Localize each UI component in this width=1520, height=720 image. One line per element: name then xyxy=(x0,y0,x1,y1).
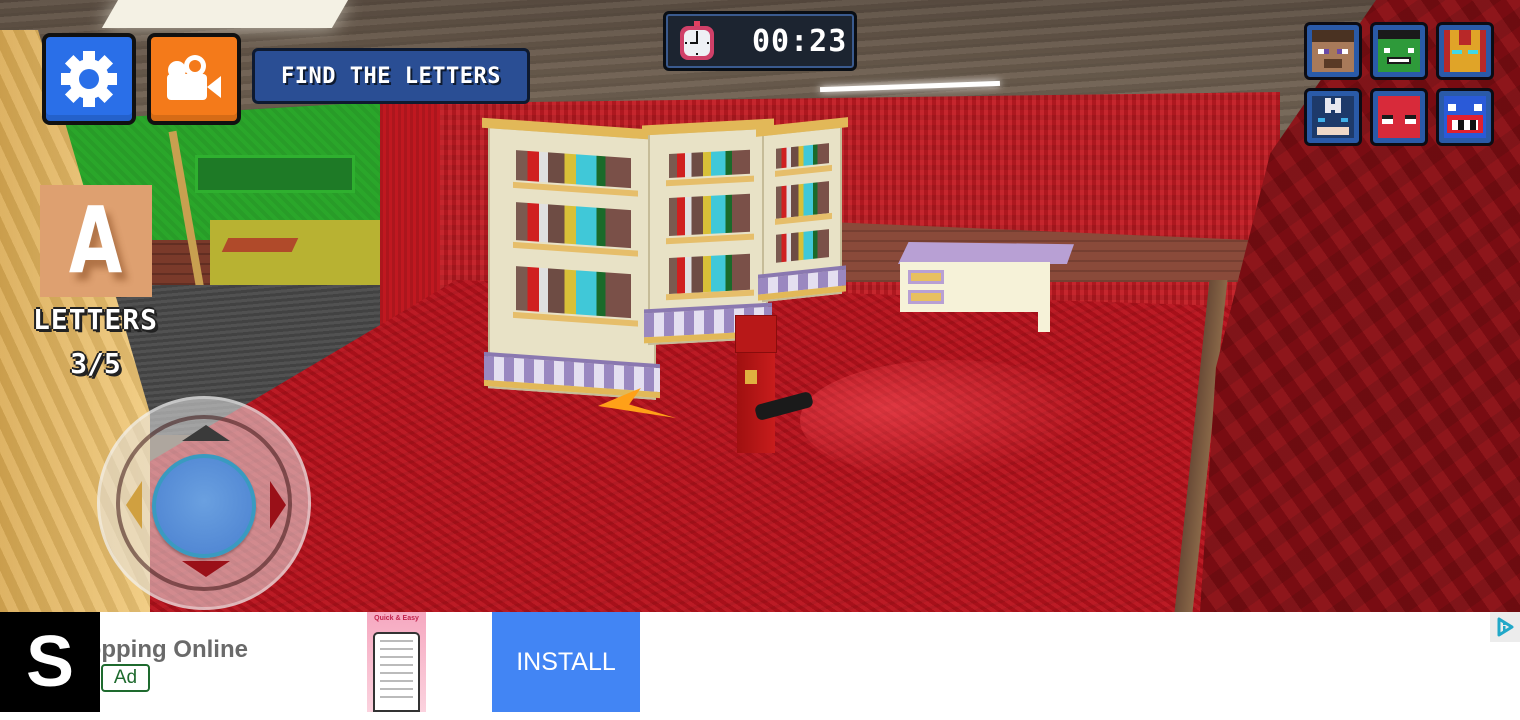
arrow-left-icon xyxy=(126,481,142,529)
green-room-window xyxy=(195,155,355,193)
arrow-right-icon xyxy=(270,481,286,529)
ad-app-logo[interactable]: S xyxy=(0,612,100,712)
iron-man-face-icon xyxy=(1444,30,1486,72)
movement-joystick[interactable] xyxy=(97,396,311,610)
adchoices-icon[interactable] xyxy=(1490,612,1520,642)
joystick-knob[interactable] xyxy=(152,454,256,558)
letters-count: 3/5 xyxy=(70,347,121,380)
rug xyxy=(221,238,299,252)
steve-face-icon xyxy=(1312,30,1354,72)
ad-badge: Ad xyxy=(101,664,150,692)
player-character xyxy=(735,315,777,455)
letter-glyph: A xyxy=(69,187,123,294)
character-selector xyxy=(1304,22,1494,146)
video-camera-icon xyxy=(167,55,221,100)
flashlight-beam xyxy=(800,360,1100,480)
phone-mockup xyxy=(373,632,420,712)
install-button[interactable]: INSTALL xyxy=(492,612,640,712)
settings-button[interactable] xyxy=(42,33,136,125)
arrow-up-icon xyxy=(182,425,230,441)
character-hulk-button[interactable] xyxy=(1370,22,1428,80)
letters-label: LETTERS xyxy=(32,303,158,336)
character-monster-button[interactable] xyxy=(1436,88,1494,146)
captain-america-face-icon xyxy=(1312,96,1354,138)
gear-icon xyxy=(61,51,117,107)
hulk-face-icon xyxy=(1378,30,1420,72)
stopwatch-icon xyxy=(678,21,716,61)
timer-value: 00:23 xyxy=(752,23,848,59)
ad-title[interactable]: Shopping Online xyxy=(100,636,300,664)
ceiling-light xyxy=(101,0,349,28)
character-iron-man-button[interactable] xyxy=(1436,22,1494,80)
monster-face-icon xyxy=(1444,96,1486,138)
character-steve-button[interactable] xyxy=(1304,22,1362,80)
bookshelf xyxy=(642,118,774,346)
objective-banner: FIND THE LETTERS xyxy=(252,48,530,104)
record-video-button[interactable] xyxy=(147,33,241,125)
character-spider-man-button[interactable] xyxy=(1370,88,1428,146)
ad-thumbnail-title: Quick & Easy xyxy=(374,615,419,622)
arrow-down-icon xyxy=(182,561,230,577)
ad-screenshot-thumbnail[interactable]: Quick & Easy xyxy=(367,612,426,712)
timer-panel: 00:23 xyxy=(663,11,857,71)
collected-letter-card: A xyxy=(40,185,152,297)
desk xyxy=(898,242,1074,334)
bookshelf xyxy=(756,117,848,303)
ad-banner[interactable]: S Shopping Online Ad Quick & Easy INSTAL… xyxy=(0,612,1520,720)
spider-man-face-icon xyxy=(1378,96,1420,138)
character-captain-america-button[interactable] xyxy=(1304,88,1362,146)
bookshelf xyxy=(482,117,662,400)
ad-title-text: Shopping Online xyxy=(100,636,248,663)
